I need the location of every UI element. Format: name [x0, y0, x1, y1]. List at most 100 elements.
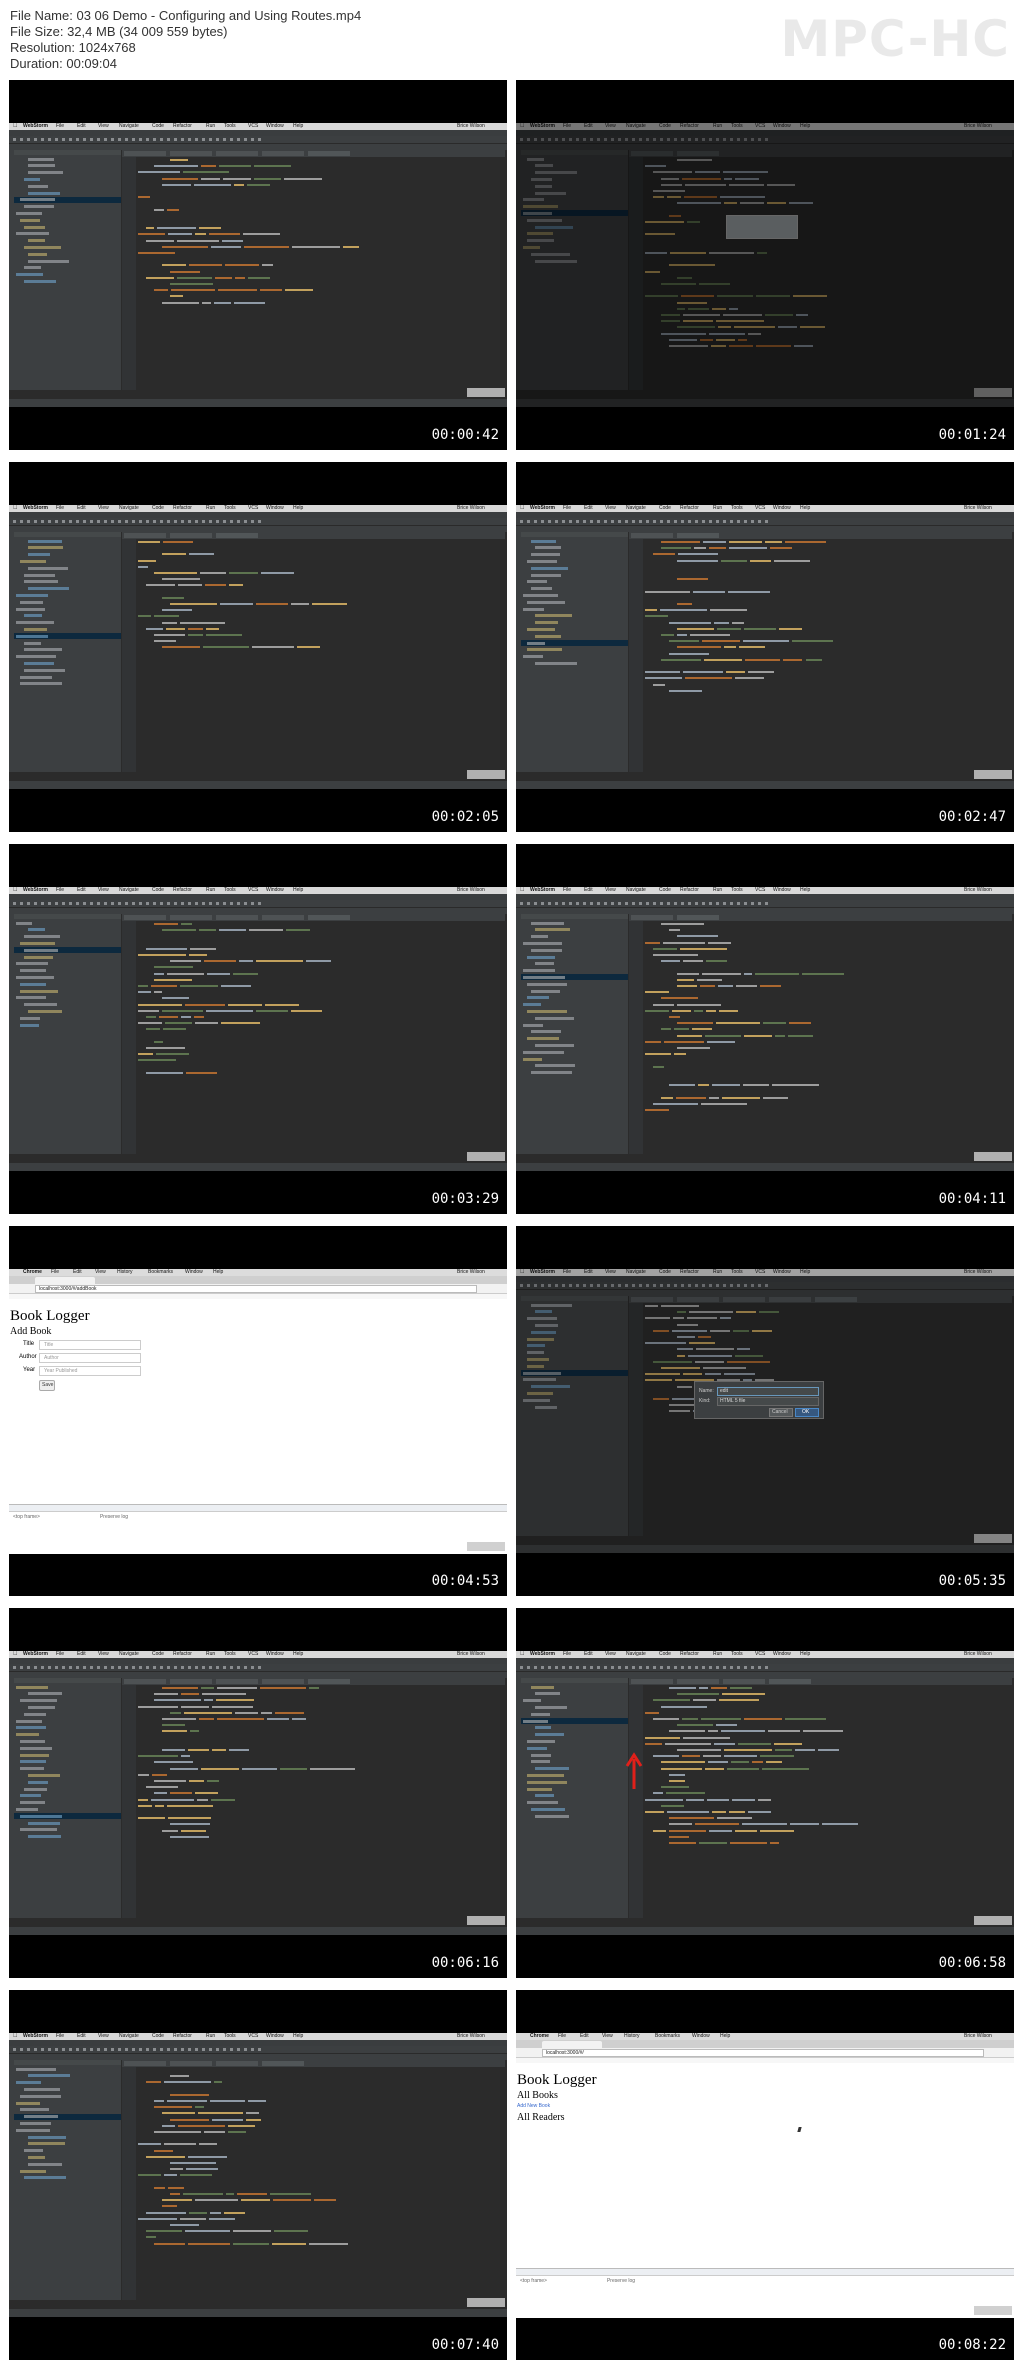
- ide-menu-item[interactable]: Help: [293, 887, 303, 893]
- editor-tab[interactable]: [769, 1679, 811, 1684]
- tree-item[interactable]: [20, 941, 55, 945]
- tree-item[interactable]: [523, 969, 555, 973]
- tree-item[interactable]: [20, 682, 62, 686]
- ide-menu-item[interactable]: VCS: [755, 1651, 765, 1657]
- preserve-log-checkbox[interactable]: Preserve log: [607, 2278, 635, 2284]
- tree-item[interactable]: [531, 1712, 550, 1716]
- video-thumbnail[interactable]: Chrome File Edit View History Bookmarks Window…: [516, 1990, 1014, 2360]
- tree-item[interactable]: [535, 546, 562, 550]
- tree-item[interactable]: [28, 157, 54, 161]
- tree-item[interactable]: [535, 661, 577, 665]
- toolbar-icons[interactable]: [13, 1666, 263, 1669]
- tree-item[interactable]: [20, 1739, 45, 1743]
- ide-menu-item[interactable]: Edit: [77, 1651, 86, 1657]
- tree-item[interactable]: [24, 641, 42, 645]
- video-thumbnail[interactable]:  WebStorm File Edit View Navigate Code Refacto…: [516, 844, 1014, 1214]
- tree-item[interactable]: [531, 566, 568, 570]
- tree-item[interactable]: [16, 232, 50, 236]
- ide-menu-item[interactable]: View: [98, 887, 109, 893]
- tree-item[interactable]: [24, 1712, 46, 1716]
- ide-menu-item[interactable]: Edit: [77, 887, 86, 893]
- ide-menu-item[interactable]: VCS: [248, 1651, 258, 1657]
- tree-item[interactable]: [523, 975, 565, 979]
- editor-tab[interactable]: [124, 533, 166, 538]
- ide-menu-item[interactable]: Refactor: [680, 1651, 699, 1657]
- tree-item[interactable]: [527, 1773, 565, 1777]
- tree-item[interactable]: [16, 655, 56, 659]
- browser-menu-item[interactable]: Bookmarks: [148, 1269, 173, 1275]
- tree-item[interactable]: [527, 580, 547, 584]
- ide-menu-item[interactable]: Refactor: [173, 1651, 192, 1657]
- editor-tab[interactable]: [308, 1679, 350, 1684]
- ide-menu-item[interactable]: WebStorm: [23, 123, 48, 129]
- code-editor[interactable]: [138, 2069, 503, 2295]
- browser-menu-item[interactable]: Window: [692, 2033, 710, 2039]
- ide-menu-item[interactable]: Navigate: [626, 887, 646, 893]
- tree-item[interactable]: [535, 614, 572, 618]
- editor-tab[interactable]: [677, 533, 719, 538]
- tree-item[interactable]: [531, 1753, 552, 1757]
- tree-item[interactable]: [527, 1801, 559, 1805]
- ide-menu-item[interactable]: Edit: [584, 505, 593, 511]
- code-editor[interactable]: [645, 1687, 1010, 1913]
- ide-menu-item[interactable]: File: [56, 1651, 64, 1657]
- tree-item[interactable]: [24, 580, 58, 584]
- url-input[interactable]: localhost:3000/#/addBook: [35, 1285, 477, 1293]
- ide-menu-item[interactable]: File: [56, 2033, 64, 2039]
- ide-menu-item[interactable]: Code: [152, 2033, 164, 2039]
- ide-menu-item[interactable]: Code: [152, 505, 164, 511]
- tree-item[interactable]: [523, 1023, 544, 1027]
- tree-item[interactable]: [535, 621, 558, 625]
- ide-menu-item[interactable]: View: [605, 1651, 616, 1657]
- browser-menu-item[interactable]: Bookmarks: [655, 2033, 680, 2039]
- tree-item[interactable]: [535, 1814, 569, 1818]
- tree-item[interactable]: [24, 948, 58, 952]
- tree-item[interactable]: [527, 1746, 547, 1750]
- tree-item[interactable]: [535, 1016, 575, 1020]
- tree-item[interactable]: [523, 593, 559, 597]
- tree-item[interactable]: [16, 2067, 57, 2071]
- toolbar-icons[interactable]: [520, 1666, 770, 1669]
- tree-item[interactable]: [535, 962, 554, 966]
- tree-item[interactable]: [24, 2087, 61, 2091]
- video-thumbnail[interactable]:  WebStorm File Edit View Navigate Code Refacto…: [9, 1608, 507, 1978]
- tree-item[interactable]: [24, 627, 47, 631]
- ide-menu-item[interactable]: File: [563, 505, 571, 511]
- browser-menu-item[interactable]: History: [624, 2033, 640, 2039]
- tree-item[interactable]: [527, 641, 546, 645]
- browser-menu-item[interactable]: Chrome: [530, 2033, 549, 2039]
- editor-tab[interactable]: [216, 1679, 258, 1684]
- tree-item[interactable]: [28, 587, 69, 591]
- editor-tab[interactable]: [170, 2061, 212, 2066]
- editor-tab[interactable]: [170, 533, 212, 538]
- tree-item[interactable]: [20, 198, 55, 202]
- ide-menu-item[interactable]: Code: [659, 505, 671, 511]
- apple-icon[interactable]: : [13, 2033, 18, 2039]
- ide-menu-item[interactable]: View: [98, 1651, 109, 1657]
- tree-item[interactable]: [523, 1050, 565, 1054]
- ide-menu-item[interactable]: Window: [773, 887, 791, 893]
- tree-item[interactable]: [24, 955, 54, 959]
- ide-menu-item[interactable]: Code: [659, 1651, 671, 1657]
- tree-item[interactable]: [535, 1705, 567, 1709]
- tree-item[interactable]: [20, 982, 47, 986]
- tree-item[interactable]: [20, 1767, 44, 1771]
- editor-tab[interactable]: [170, 915, 212, 920]
- browser-menu-item[interactable]: Help: [720, 2033, 730, 2039]
- browser-menu-item[interactable]: Help: [213, 1269, 223, 1275]
- ide-menu-item[interactable]: Edit: [584, 887, 593, 893]
- editor-tab[interactable]: [124, 2061, 166, 2066]
- code-editor[interactable]: [138, 1687, 503, 1913]
- tree-item[interactable]: [20, 2169, 46, 2173]
- ide-menu-item[interactable]: Navigate: [119, 887, 139, 893]
- tree-item[interactable]: [24, 935, 60, 939]
- tree-item[interactable]: [16, 1807, 39, 1811]
- apple-icon[interactable]: : [13, 1651, 18, 1657]
- tree-item[interactable]: [16, 593, 49, 597]
- tree-item[interactable]: [16, 2128, 51, 2132]
- ide-menu-item[interactable]: Navigate: [119, 2033, 139, 2039]
- ide-menu-item[interactable]: Navigate: [119, 505, 139, 511]
- video-thumbnail[interactable]:  WebStorm File Edit View Navigate Code Refacto…: [9, 844, 507, 1214]
- toolbar-icons[interactable]: [520, 520, 770, 523]
- ide-menu-item[interactable]: VCS: [755, 505, 765, 511]
